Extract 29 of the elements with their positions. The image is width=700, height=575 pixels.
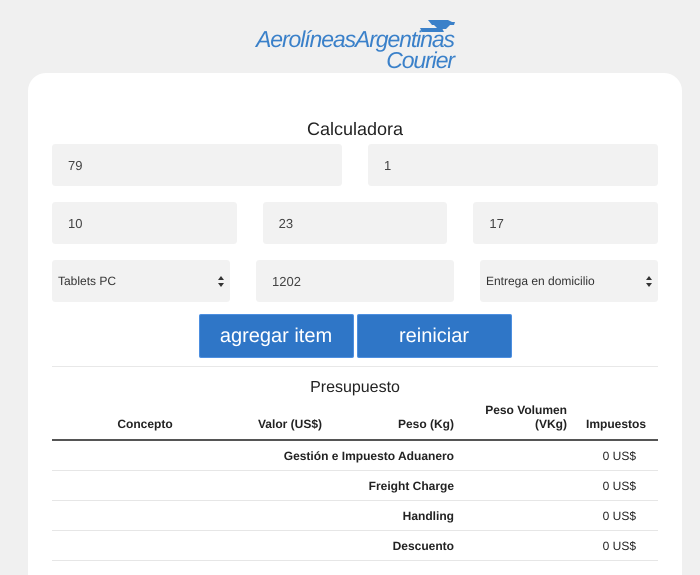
input-field[interactable]: 1	[368, 144, 658, 186]
logo-text: AerolíneasArgentinas	[256, 29, 454, 50]
action-button[interactable]: agregar item	[198, 314, 354, 358]
table-cell: Handling	[402, 508, 454, 522]
table-cell: Freight Charge	[368, 478, 454, 492]
updown-icon	[218, 276, 224, 286]
calculator-title: Calculadora	[306, 119, 404, 140]
column-header: Peso Volumen (VKg)	[484, 403, 567, 431]
table-cell: Gestión e Impuesto Aduanero	[284, 448, 454, 462]
table-cell: 0 US$	[602, 448, 636, 462]
logo-text: Courier	[386, 50, 454, 71]
input-field[interactable]: 1202	[256, 260, 454, 302]
select-field[interactable]: Entrega en domicilio	[480, 260, 658, 302]
updown-icon	[646, 276, 652, 286]
action-button[interactable]: reiniciar	[356, 314, 512, 358]
input-field[interactable]: 17	[473, 202, 658, 244]
input-field[interactable]: 79	[52, 144, 342, 186]
budget-title: Presupuesto	[309, 379, 401, 397]
column-header: Valor (US$)	[258, 417, 322, 431]
table-cell: 0 US$	[602, 538, 636, 552]
column-header: Impuestos	[586, 417, 646, 431]
input-field[interactable]: 23	[262, 202, 448, 244]
table-cell: 0 US$	[602, 508, 636, 522]
table-cell: Descuento	[392, 538, 454, 552]
column-header: Peso (Kg)	[398, 417, 454, 431]
column-header: Concepto	[117, 417, 173, 431]
input-field[interactable]: 10	[52, 202, 237, 244]
select-field[interactable]: Tablets PC	[52, 260, 230, 302]
table-cell: 0 US$	[602, 478, 636, 492]
